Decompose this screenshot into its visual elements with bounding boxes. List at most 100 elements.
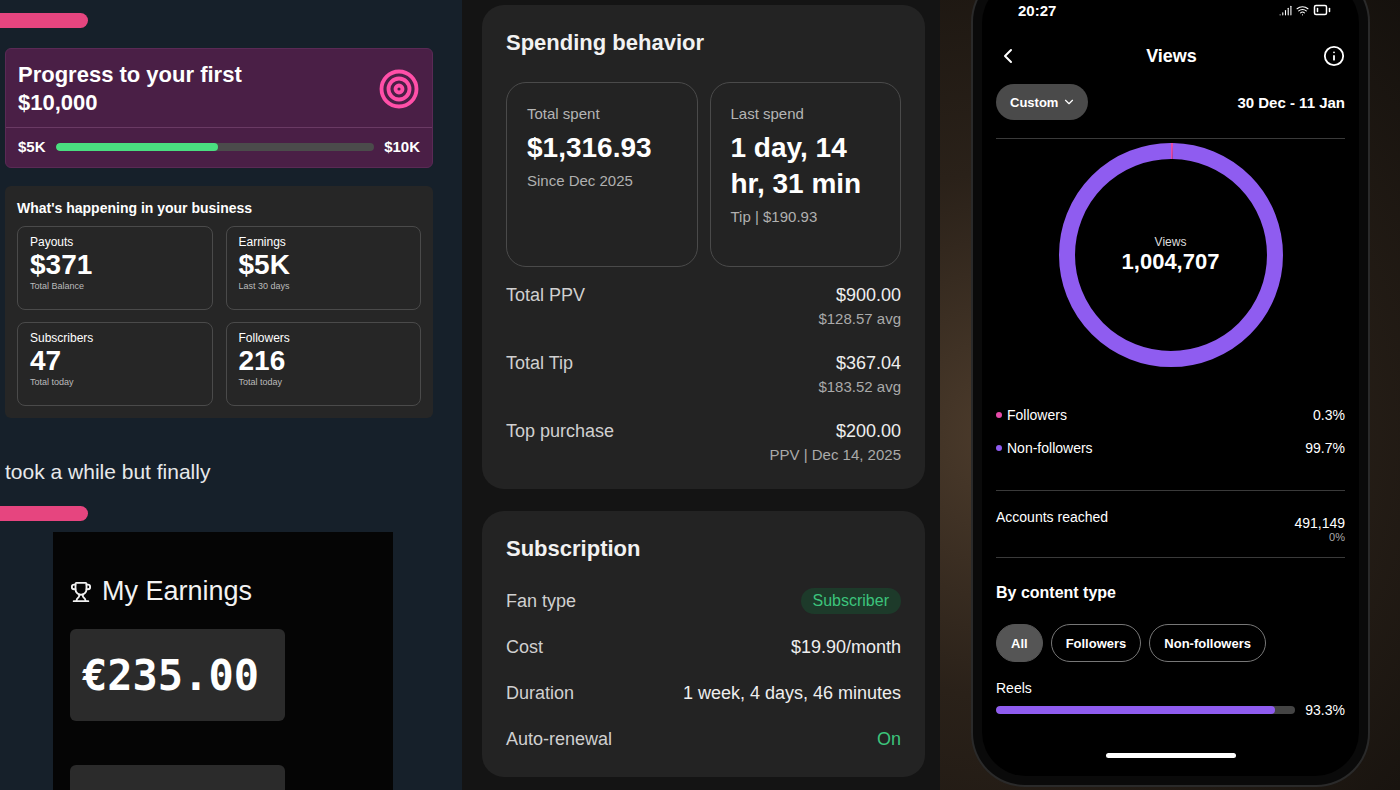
- progress-start: $5K: [18, 138, 46, 155]
- progress-bar-row: $5K $10K: [6, 127, 432, 167]
- spending-row: Total PPV$900.00$128.57 avg: [506, 285, 901, 327]
- redacted-username: [0, 13, 88, 28]
- row-values: $200.00PPV | Dec 14, 2025: [770, 421, 901, 463]
- legend-value: 0.3%: [1313, 407, 1345, 423]
- post-panel: Progress to your first $10,000 $5K $10K Wha…: [0, 0, 462, 790]
- filter-row: Custom 30 Dec - 11 Jan: [996, 84, 1345, 120]
- subscription-card: Subscription Fan typeSubscriberCost$19.90…: [482, 511, 925, 777]
- subscription-row: Auto-renewalOn: [506, 725, 901, 753]
- ring-segment: [1067, 151, 1275, 359]
- subscription-row: Fan typeSubscriber: [506, 587, 901, 615]
- reach-change: 0%: [1329, 531, 1345, 543]
- spending-box: Last spend1 day, 14 hr, 31 minTip | $190…: [710, 82, 902, 267]
- content-type-tab[interactable]: Non-followers: [1149, 624, 1266, 662]
- earnings-title: My Earnings: [70, 576, 376, 607]
- row-label: Duration: [506, 683, 574, 704]
- row-sub: $183.52 avg: [818, 378, 901, 395]
- stat-box: Followers216Total today: [226, 322, 422, 406]
- content-type-track: [996, 706, 1295, 714]
- status-value: On: [877, 729, 901, 750]
- business-title: What's happening in your business: [17, 200, 421, 216]
- content-type-row: Reels 93.3%: [996, 680, 1345, 718]
- subscription-title: Subscription: [506, 535, 901, 563]
- earnings-screenshot: My Earnings €235.00: [53, 532, 393, 790]
- earnings-next-box: [70, 765, 285, 790]
- collage: Progress to your first $10,000 $5K $10K Wha…: [0, 0, 1400, 790]
- content-type-tabs: AllFollowersNon-followers: [996, 624, 1345, 662]
- box-sub: Tip | $190.93: [731, 208, 881, 225]
- stat-grid: Payouts$371Total BalanceEarnings$5KLast …: [17, 226, 421, 406]
- back-icon[interactable]: [996, 44, 1020, 68]
- row-label: Fan type: [506, 591, 576, 612]
- stat-value: $371: [30, 249, 200, 281]
- content-type-fill: [996, 706, 1275, 714]
- stat-sub: Last 30 days: [239, 281, 409, 291]
- business-card: What's happening in your business Payouts…: [5, 186, 433, 418]
- trophy-icon: [70, 581, 92, 603]
- stat-label: Followers: [239, 331, 409, 345]
- stat-label: Earnings: [239, 235, 409, 249]
- content-type-label: Reels: [996, 680, 1345, 696]
- stat-sub: Total today: [30, 377, 200, 387]
- header-title: Views: [1146, 46, 1197, 67]
- row-label: Top purchase: [506, 421, 614, 442]
- target-icon: [378, 68, 420, 110]
- legend-dot: [996, 445, 1002, 451]
- box-value: $1,316.93: [527, 130, 677, 166]
- date-range: 30 Dec - 11 Jan: [1237, 94, 1345, 111]
- spending-card: Spending behaviorTotal spent$1,316.93Sin…: [482, 5, 925, 489]
- box-sub: Since Dec 2025: [527, 172, 677, 189]
- redacted-username: [0, 506, 88, 521]
- legend-row: Non-followers99.7%: [996, 440, 1345, 456]
- legend-label: Non-followers: [1007, 440, 1093, 456]
- stat-value: $5K: [239, 249, 409, 281]
- spending-boxes: Total spent$1,316.93Since Dec 2025Last s…: [506, 82, 901, 267]
- stat-sub: Total Balance: [30, 281, 200, 291]
- legend-name: Followers: [996, 407, 1067, 423]
- header: Views: [996, 44, 1345, 68]
- row-value: $367.04: [836, 353, 901, 374]
- content-type-value: 93.3%: [1305, 702, 1345, 718]
- ring-label: Views: [1155, 235, 1187, 249]
- earnings-amount: €235.00: [70, 629, 285, 721]
- spending-row: Total Tip $367.04 $183.52 avg: [506, 353, 901, 395]
- reach-label: Accounts reached: [996, 509, 1108, 525]
- row-values: $367.04 $183.52 avg: [818, 353, 901, 395]
- stat-box: Payouts$371Total Balance: [17, 226, 213, 310]
- legend-row: Followers 0.3%: [996, 407, 1345, 423]
- box-value: 1 day, 14 hr, 31 min: [731, 130, 881, 202]
- content-type-bar-row: 93.3%: [996, 702, 1345, 718]
- legend-label: Followers: [1007, 407, 1067, 423]
- phone: 20:27 Views Custom 30 Dec - 11 Jan Views1,00…: [973, 0, 1368, 785]
- range-filter-button[interactable]: Custom: [996, 84, 1088, 120]
- row-label: Total PPV: [506, 285, 585, 306]
- status-time: 20:27: [1018, 2, 1056, 19]
- accounts-reached: Accounts reached491,1490%: [996, 509, 1345, 543]
- spending-title: Spending behavior: [506, 29, 901, 57]
- progress-card: Progress to your first $10,000 $5K $10K: [5, 48, 433, 168]
- row-value: $900.00: [836, 285, 901, 306]
- info-icon[interactable]: [1323, 45, 1345, 67]
- stat-sub: Total today: [239, 377, 409, 387]
- content-type-tab[interactable]: All: [996, 624, 1043, 662]
- separator: [996, 138, 1345, 139]
- progress-header: Progress to your first $10,000: [6, 49, 432, 127]
- stat-box: Earnings$5KLast 30 days: [226, 226, 422, 310]
- spending-rows: Total PPV$900.00$128.57 avgTotal Tip$367…: [506, 285, 901, 463]
- row-value: $19.90/month: [791, 637, 901, 658]
- phone-photo: 20:27 Views Custom 30 Dec - 11 Jan Views1,00…: [940, 0, 1400, 790]
- spending-box: Total spent$1,316.93Since Dec 2025: [506, 82, 698, 267]
- views-ring: Views1,004,707: [996, 139, 1345, 371]
- content-type-tab[interactable]: Followers: [1051, 624, 1142, 662]
- row-label: Total Tip: [506, 353, 573, 374]
- progress-end: $10K: [384, 138, 420, 155]
- progress-title: Progress to your first $10,000: [18, 61, 258, 117]
- stat-label: Subscribers: [30, 331, 200, 345]
- separator: [996, 557, 1345, 558]
- status-bar: 20:27: [996, 0, 1345, 20]
- row-sub: PPV | Dec 14, 2025: [770, 446, 901, 463]
- row-value: 1 week, 4 days, 46 minutes: [683, 683, 901, 704]
- subscription-rows: Fan typeSubscriberCost$19.90/monthDurati…: [506, 587, 901, 753]
- content-type-title: By content type: [996, 584, 1345, 602]
- legend: Followers 0.3% Non-followers99.7%: [996, 407, 1345, 456]
